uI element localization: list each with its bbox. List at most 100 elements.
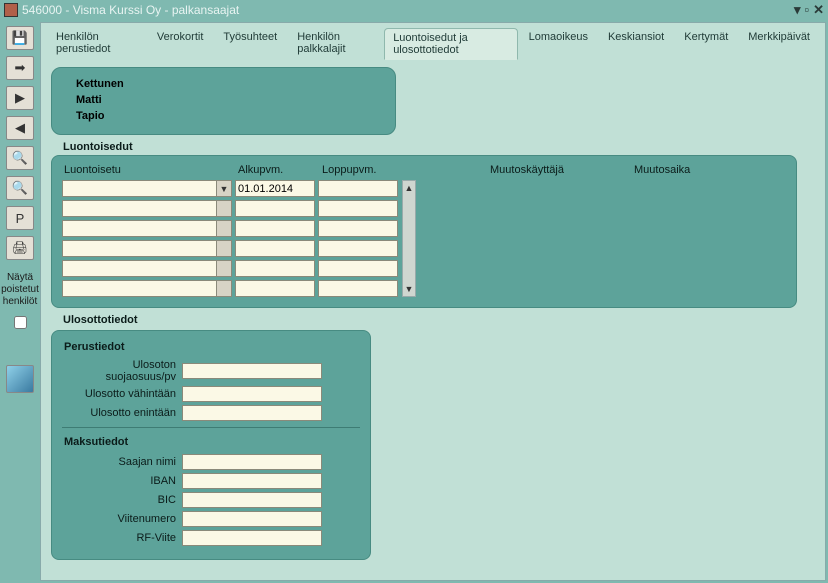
col-start: Alkupvm. (238, 164, 318, 176)
end-input[interactable] (318, 200, 398, 217)
benefit-input[interactable] (62, 240, 216, 257)
iban-input[interactable] (182, 473, 322, 489)
maximize-icon[interactable]: ▫ (804, 2, 809, 18)
tab-luontoisedut[interactable]: Luontoisedut ja ulosottotiedot (384, 28, 517, 60)
luontoisedut-title: Luontoisedut (63, 141, 815, 153)
rfviite-input[interactable] (182, 530, 322, 546)
start-input[interactable] (235, 180, 315, 197)
print-button[interactable]: 🖨 (6, 236, 34, 260)
maksutiedot-title: Maksutiedot (64, 436, 360, 448)
benefit-combo[interactable] (62, 280, 232, 297)
end-input[interactable] (318, 220, 398, 237)
titlebar: 546000 - Visma Kurssi Oy - palkansaajat … (0, 0, 828, 20)
tab-verokortit[interactable]: Verokortit (148, 27, 212, 59)
show-deleted-checkbox[interactable] (14, 316, 27, 329)
bic-input[interactable] (182, 492, 322, 508)
window-title: 546000 - Visma Kurssi Oy - palkansaajat (22, 3, 794, 17)
col-time: Muutosaika (634, 164, 754, 176)
workspace: Henkilön perustiedot Verokortit Työsuhte… (40, 22, 826, 581)
benefit-input[interactable] (62, 220, 216, 237)
chevron-down-icon[interactable] (216, 200, 232, 217)
person-middlename: Tapio (76, 108, 381, 124)
benefit-input[interactable] (62, 180, 216, 197)
minimize-icon[interactable]: ▾ (794, 2, 801, 18)
bic-label: BIC (62, 494, 182, 506)
benefit-combo[interactable] (62, 240, 232, 257)
end-input[interactable] (318, 260, 398, 277)
search-button[interactable]: 🔍 (6, 146, 34, 170)
show-deleted-label: Näytä poistetut henkilöt (1, 272, 39, 308)
vahintaan-input[interactable] (182, 386, 322, 402)
start-input[interactable] (235, 200, 315, 217)
saaja-label: Saajan nimi (62, 456, 182, 468)
person-lastname: Kettunen (76, 76, 381, 92)
benefit-input[interactable] (62, 280, 216, 297)
save-button[interactable]: 💾 (6, 26, 34, 50)
viite-label: Viitenumero (62, 513, 182, 525)
benefit-combo[interactable] (62, 260, 232, 277)
benefit-combo[interactable]: ▼ (62, 180, 232, 197)
benefit-input[interactable] (62, 200, 216, 217)
saaja-input[interactable] (182, 454, 322, 470)
iban-label: IBAN (62, 475, 182, 487)
ulosotto-panel: Perustiedot Ulosoton suojaosuus/pv Uloso… (51, 330, 371, 560)
tab-palkkalajit[interactable]: Henkilön palkkalajit (288, 27, 382, 59)
vahintaan-label: Ulosotto vähintään (62, 388, 182, 400)
separator (62, 427, 360, 428)
chevron-down-icon[interactable] (216, 220, 232, 237)
floppy-icon: 💾 (12, 30, 28, 46)
tab-bar: Henkilön perustiedot Verokortit Työsuhte… (41, 23, 825, 59)
magnifier-icon: 🔍 (12, 180, 28, 196)
benefit-combo[interactable] (62, 220, 232, 237)
sidebar: 💾 ➡ ▶ ◀ 🔍 🔍 P 🖨 Näytä poistetut henkilöt (0, 20, 40, 583)
start-input[interactable] (235, 240, 315, 257)
suojaosuus-label: Ulosoton suojaosuus/pv (62, 359, 182, 383)
close-icon[interactable]: ✕ (813, 2, 824, 18)
ulosotto-title: Ulosottotiedot (63, 314, 815, 326)
end-input[interactable] (318, 280, 398, 297)
scroll-up-icon[interactable]: ▲ (405, 183, 414, 193)
benefit-input[interactable] (62, 260, 216, 277)
chevron-down-icon[interactable] (216, 240, 232, 257)
perustiedot-title: Perustiedot (64, 341, 360, 353)
tab-kertymat[interactable]: Kertymät (675, 27, 737, 59)
tab-merkkipaivat[interactable]: Merkkipäivät (739, 27, 819, 59)
tab-lomaoikeus[interactable]: Lomaoikeus (520, 27, 597, 59)
scroll-down-icon[interactable]: ▼ (405, 284, 414, 294)
viite-input[interactable] (182, 511, 322, 527)
app-icon (4, 3, 18, 17)
next-button[interactable]: ▶ (6, 86, 34, 110)
enintaan-label: Ulosotto enintään (62, 407, 182, 419)
enintaan-input[interactable] (182, 405, 322, 421)
search-icon: 🔍 (12, 150, 28, 166)
chevron-down-icon[interactable]: ▼ (216, 180, 232, 197)
chevron-right-icon: ▶ (15, 90, 25, 106)
chevron-down-icon[interactable] (216, 280, 232, 297)
luontoisedut-grid: ▼ (62, 180, 398, 297)
benefit-combo[interactable] (62, 200, 232, 217)
tab-keskiansiot[interactable]: Keskiansiot (599, 27, 673, 59)
exit-button[interactable]: ➡ (6, 56, 34, 80)
tab-tyosuhteet[interactable]: Työsuhteet (214, 27, 286, 59)
suojaosuus-input[interactable] (182, 363, 322, 379)
end-input[interactable] (318, 240, 398, 257)
prev-button[interactable]: ◀ (6, 116, 34, 140)
col-end: Loppupvm. (322, 164, 402, 176)
start-input[interactable] (235, 260, 315, 277)
rfviite-label: RF-Viite (62, 532, 182, 544)
start-input[interactable] (235, 280, 315, 297)
start-input[interactable] (235, 220, 315, 237)
zoom-button[interactable]: 🔍 (6, 176, 34, 200)
person-firstname: Matti (76, 92, 381, 108)
col-user: Muutoskäyttäjä (490, 164, 630, 176)
p-button[interactable]: P (6, 206, 34, 230)
col-benefit: Luontoisetu (64, 164, 234, 176)
tab-body: Kettunen Matti Tapio Luontoisedut Luonto… (41, 59, 825, 580)
end-input[interactable] (318, 180, 398, 197)
logo-icon (6, 365, 34, 393)
grid-scrollbar[interactable]: ▲ ▼ (402, 180, 416, 297)
chevron-down-icon[interactable] (216, 260, 232, 277)
person-namecard: Kettunen Matti Tapio (51, 67, 396, 135)
tab-perustiedot[interactable]: Henkilön perustiedot (47, 27, 146, 59)
printer-icon: 🖨 (12, 240, 29, 256)
